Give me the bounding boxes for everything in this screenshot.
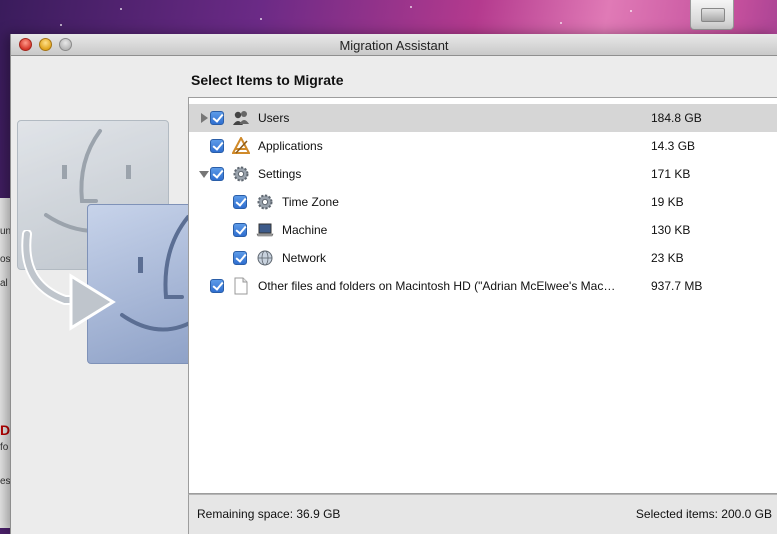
item-size: 14.3 GB [651,139,696,153]
applications-icon [232,137,250,154]
laptop-icon [256,223,274,237]
network-checkbox[interactable] [233,251,247,265]
selected-items-label: Selected items: 200.0 GB [635,507,772,521]
globe-icon [257,250,273,266]
machine-checkbox[interactable] [233,223,247,237]
item-label: Settings [258,167,302,181]
other-files-checkbox[interactable] [210,279,224,293]
list-item-machine[interactable]: Machine 130 KB [189,216,777,244]
users-checkbox[interactable] [210,111,224,125]
item-size: 130 KB [651,223,691,237]
item-label: Network [282,251,327,265]
settings-checkbox[interactable] [210,167,224,181]
title-bar[interactable]: Migration Assistant [11,34,777,56]
status-footer: Remaining space: 36.9 GB Selected items:… [188,494,777,534]
disclosure-triangle-collapsed-icon[interactable] [201,113,208,123]
list-item-users[interactable]: Users 184.8 GB [189,104,777,132]
item-size: 23 KB [651,251,684,265]
item-size: 171 KB [651,167,691,181]
list-item-settings[interactable]: Settings 171 KB [189,160,777,188]
remaining-space-label: Remaining space: 36.9 GB [197,507,341,521]
list-item-time-zone[interactable]: Time Zone 19 KB [189,188,777,216]
hard-drive-desktop-icon[interactable] [690,0,734,30]
item-size: 937.7 MB [651,279,703,293]
gear-icon [233,166,249,182]
migration-arrow-icon [21,230,116,331]
list-item-network[interactable]: Network 23 KB [189,244,777,272]
migration-items-list[interactable]: Users 184.8 GB Applications 14.3 GB Sett… [188,97,777,494]
gear-icon [257,194,273,210]
window-title: Migration Assistant [339,38,449,53]
item-label: Applications [258,139,323,153]
users-icon [233,111,249,125]
item-size: 19 KB [651,195,684,209]
item-label: Machine [282,223,328,237]
item-label: Other files and folders on Macintosh HD … [258,279,616,293]
page-title: Select Items to Migrate [191,72,344,88]
migration-assistant-window: Migration Assistant Select Items to Migr… [10,34,777,534]
disclosure-triangle-expanded-icon[interactable] [199,171,209,178]
item-label: Users [258,111,290,125]
list-item-applications[interactable]: Applications 14.3 GB [189,132,777,160]
time-zone-checkbox[interactable] [233,195,247,209]
list-item-other-files[interactable]: Other files and folders on Macintosh HD … [189,272,777,300]
document-icon [234,277,248,295]
item-size: 184.8 GB [651,111,702,125]
applications-checkbox[interactable] [210,139,224,153]
item-label: Time Zone [282,195,339,209]
